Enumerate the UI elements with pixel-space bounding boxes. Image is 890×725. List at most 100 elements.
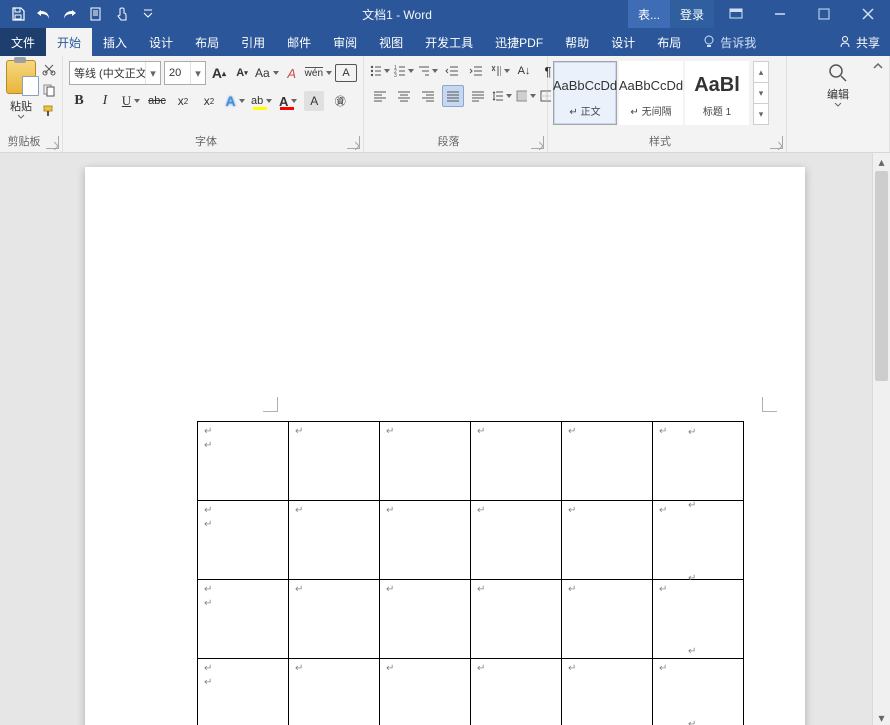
font-size-combo[interactable]: 20▾ [164,61,206,85]
minimize-icon[interactable] [758,0,802,28]
table-cell[interactable]: ↵ [380,659,471,725]
table-cell[interactable]: ↵ [471,659,562,725]
underline-button[interactable]: U [121,91,141,111]
document-table[interactable]: ↵↵↵↵↵↵↵↵↵↵↵↵↵↵↵↵↵↵↵↵↵↵↵↵↵↵↵↵↵↵↵↵↵↵↵↵↵↵↵↵… [197,421,744,725]
grow-font-icon[interactable]: A▴ [209,63,229,83]
font-dialog-launcher[interactable] [347,136,360,149]
font-color-icon[interactable]: A [278,91,298,111]
table-cell[interactable]: ↵↵ [198,659,289,725]
ribbon-options-icon[interactable] [714,0,758,28]
close-icon[interactable] [846,0,890,28]
document-area[interactable]: ↵↵↵↵↵↵↵↵↵↵↵↵↵↵↵↵↵↵↵↵↵↵↵↵↵↵↵↵↵↵↵↵↵↵↵↵↵↵↵↵… [0,153,890,725]
change-case-icon[interactable]: Aa [255,63,279,83]
increase-indent-icon[interactable] [466,61,486,81]
scroll-down-icon[interactable]: ▾ [873,709,890,725]
table-tools-tab[interactable]: 表... [628,0,670,28]
table-cell[interactable]: ↵ [562,659,653,725]
tab-layout[interactable]: 布局 [184,28,230,56]
tab-table-design[interactable]: 设计 [600,28,646,56]
table-cell[interactable]: ↵↵ [198,580,289,659]
bullets-icon[interactable] [370,61,390,81]
table-cell[interactable]: ↵ [471,422,562,501]
maximize-icon[interactable] [802,0,846,28]
tab-references[interactable]: 引用 [230,28,276,56]
scroll-up-icon[interactable]: ▴ [873,153,890,170]
tab-table-layout[interactable]: 布局 [646,28,692,56]
style-no-spacing[interactable]: AaBbCcDd ↵ 无间隔 [619,61,683,125]
char-shading-icon[interactable]: A [304,91,324,111]
decrease-indent-icon[interactable] [442,61,462,81]
tab-design[interactable]: 设计 [138,28,184,56]
tab-dev[interactable]: 开发工具 [414,28,484,56]
strikethrough-button[interactable]: abc [147,91,167,111]
styles-gallery[interactable]: AaBbCcDd ↵ 正文 AaBbCcDd ↵ 无间隔 AaBl 标题 1 ▴… [548,56,786,133]
touch-mode-icon[interactable] [110,2,134,26]
sort-icon[interactable]: A↓ [514,61,534,81]
style-normal[interactable]: AaBbCcDd ↵ 正文 [553,61,617,125]
highlight-icon[interactable]: ab [251,91,272,111]
align-distribute-icon[interactable] [468,86,488,106]
asian-layout-icon[interactable] [490,61,510,81]
align-right-icon[interactable] [418,86,438,106]
share-button[interactable]: 共享 [828,34,890,51]
italic-button[interactable]: I [95,91,115,111]
table-cell[interactable]: ↵ [471,580,562,659]
tab-pdf[interactable]: 迅捷PDF [484,28,554,56]
tab-mail[interactable]: 邮件 [276,28,322,56]
text-effects-icon[interactable]: A [225,91,245,111]
align-left-icon[interactable] [370,86,390,106]
style-heading1[interactable]: AaBl 标题 1 [685,61,749,125]
table-cell[interactable]: ↵ [653,501,744,580]
enclose-char-icon[interactable]: ㊮ [330,91,350,111]
style-scroll-up[interactable]: ▴ [753,61,769,83]
table-cell[interactable]: ↵ [289,659,380,725]
styles-dialog-launcher[interactable] [770,136,783,149]
clipboard-dialog-launcher[interactable] [46,136,59,149]
bold-button[interactable]: B [69,91,89,111]
save-icon[interactable] [6,2,30,26]
table-cell[interactable]: ↵↵ [198,422,289,501]
undo-icon[interactable] [32,2,56,26]
format-painter-icon[interactable] [40,102,58,120]
table-cell[interactable]: ↵ [289,422,380,501]
table-cell[interactable]: ↵ [289,580,380,659]
find-icon[interactable] [827,62,849,84]
superscript-button[interactable]: x2 [199,91,219,111]
shrink-font-icon[interactable]: A▾ [232,63,252,83]
table-cell[interactable]: ↵↵ [198,501,289,580]
copy-icon[interactable] [40,81,58,99]
table-cell[interactable]: ↵ [289,501,380,580]
cut-icon[interactable] [40,60,58,78]
table-cell[interactable]: ↵ [380,501,471,580]
font-name-combo[interactable]: 等线 (中文正文)▾ [69,61,161,85]
redo-icon[interactable] [58,2,82,26]
tab-help[interactable]: 帮助 [554,28,600,56]
qat-customize-icon[interactable] [136,2,160,26]
table-cell[interactable]: ↵ [380,580,471,659]
table-cell[interactable]: ↵ [653,422,744,501]
vertical-scrollbar[interactable]: ▴ ▾ [872,153,890,725]
tab-file[interactable]: 文件 [0,28,46,56]
align-justify-icon[interactable] [442,85,464,107]
table-cell[interactable]: ↵ [562,422,653,501]
style-expand[interactable]: ▾ [753,103,769,125]
align-center-icon[interactable] [394,86,414,106]
clear-format-icon[interactable]: A [282,63,302,83]
table-cell[interactable]: ↵ [471,501,562,580]
subscript-button[interactable]: x2 [173,91,193,111]
multilevel-icon[interactable] [418,61,438,81]
tab-review[interactable]: 审阅 [322,28,368,56]
login-button[interactable]: 登录 [670,0,714,28]
tab-view[interactable]: 视图 [368,28,414,56]
table-cell[interactable]: ↵ [562,580,653,659]
table-cell[interactable]: ↵ [562,501,653,580]
paragraph-dialog-launcher[interactable] [531,136,544,149]
tab-home[interactable]: 开始 [46,28,92,56]
scroll-thumb[interactable] [875,171,888,381]
tab-insert[interactable]: 插入 [92,28,138,56]
table-cell[interactable]: ↵ [653,659,744,725]
table-cell[interactable]: ↵ [653,580,744,659]
new-doc-icon[interactable] [84,2,108,26]
numbering-icon[interactable]: 123 [394,61,414,81]
table-cell[interactable]: ↵ [380,422,471,501]
